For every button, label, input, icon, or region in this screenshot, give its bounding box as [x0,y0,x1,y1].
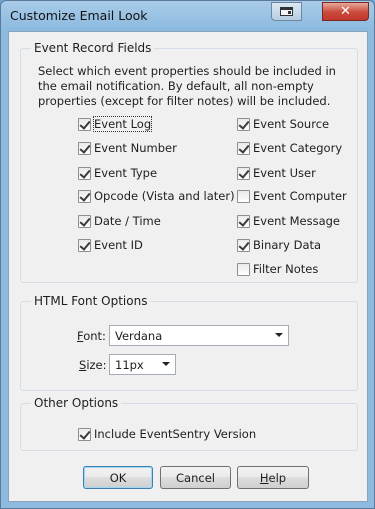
left-checkbox-label: Date / Time [94,214,161,228]
right-checkbox-label: Binary Data [253,238,322,252]
font-label-text: ont: [83,329,106,343]
size-select[interactable]: 11px [109,354,176,375]
title-bar[interactable]: Customize Email Look ✕ [1,1,374,31]
checkbox-icon[interactable] [78,117,91,131]
left-checkbox-label: Event Number [94,141,177,155]
event-record-fields-legend: Event Record Fields [31,41,155,55]
right-checkbox-label: Event User [253,166,316,180]
checkbox-icon[interactable] [237,238,250,252]
left-checkbox-2[interactable]: Event Type [78,165,157,181]
help-accelerator: H [259,470,269,485]
left-checkbox-label: Event Type [94,166,158,180]
font-select-value: Verdana [115,328,163,343]
checkbox-icon[interactable] [237,214,250,228]
checkbox-icon[interactable] [78,238,91,252]
event-record-fields-group: Event Record Fields Select which event p… [20,41,358,283]
dialog-client-area: Event Record Fields Select which event p… [8,31,368,502]
left-checkbox-0[interactable]: Event Log [78,116,153,132]
left-checkbox-label: Event Log [92,116,153,132]
window-title: Customize Email Look [10,8,148,23]
close-icon: ✕ [340,4,351,19]
right-checkbox-label: Event Message [253,214,341,228]
checkbox-icon[interactable] [237,189,250,203]
right-checkbox-0[interactable]: Event Source [237,116,329,132]
cancel-button[interactable]: Cancel [160,466,231,489]
chevron-down-icon [162,362,170,366]
include-version-label: Include EventSentry Version [94,427,257,441]
checkbox-icon[interactable] [237,262,250,276]
right-checkbox-label: Filter Notes [253,262,319,276]
right-checkbox-label: Event Category [253,141,343,155]
checkbox-icon[interactable] [78,214,91,228]
left-checkbox-5[interactable]: Event ID [78,237,143,253]
right-checkbox-3[interactable]: Event Computer [237,188,347,204]
font-label: Font: [77,329,106,343]
html-font-options-legend: HTML Font Options [31,294,151,308]
checkbox-icon[interactable] [237,117,250,131]
right-checkbox-5[interactable]: Binary Data [237,237,321,253]
size-label-text: ize: [86,358,107,372]
other-options-legend: Other Options [31,396,122,410]
other-options-group: Other Options Include EventSentry Versio… [20,396,358,451]
right-checkbox-label: Event Source [253,117,330,131]
ok-button[interactable]: OK [83,466,153,489]
right-checkbox-2[interactable]: Event User [237,165,316,181]
right-checkbox-label: Event Computer [253,189,347,203]
help-label-text: elp [268,470,287,485]
cancel-button-label: Cancel [176,470,215,485]
close-button[interactable]: ✕ [322,2,369,21]
include-version-checkbox[interactable]: Include EventSentry Version [78,426,256,442]
dialog-window: Customize Email Look ✕ Event Record Fiel… [0,0,375,509]
left-checkbox-1[interactable]: Event Number [78,140,177,156]
checkbox-icon[interactable] [78,189,91,203]
right-checkbox-6[interactable]: Filter Notes [237,261,318,277]
left-checkbox-label: Event ID [94,238,143,252]
html-font-options-group: HTML Font Options Font: Verdana Size: 11… [20,294,358,391]
help-button[interactable]: Help [237,466,309,489]
left-checkbox-3[interactable]: Opcode (Vista and later) [78,188,235,204]
font-select[interactable]: Verdana [109,325,289,346]
size-label: Size: [79,358,107,372]
checkbox-icon[interactable] [237,166,250,180]
restore-button[interactable] [271,2,302,21]
right-checkbox-1[interactable]: Event Category [237,140,342,156]
help-button-label: Help [260,471,286,485]
checkbox-icon[interactable] [78,141,91,155]
checkbox-icon[interactable] [78,166,91,180]
right-checkbox-4[interactable]: Event Message [237,213,340,229]
left-checkbox-label: Opcode (Vista and later) [94,189,235,203]
size-select-value: 11px [115,357,144,372]
chevron-down-icon [275,333,283,337]
checkbox-icon[interactable] [78,427,91,441]
left-checkbox-4[interactable]: Date / Time [78,213,161,229]
checkbox-icon[interactable] [237,141,250,155]
restore-window-icon [280,7,293,16]
event-fields-description: Select which event properties should be … [38,64,336,108]
ok-button-label: OK [109,470,127,485]
